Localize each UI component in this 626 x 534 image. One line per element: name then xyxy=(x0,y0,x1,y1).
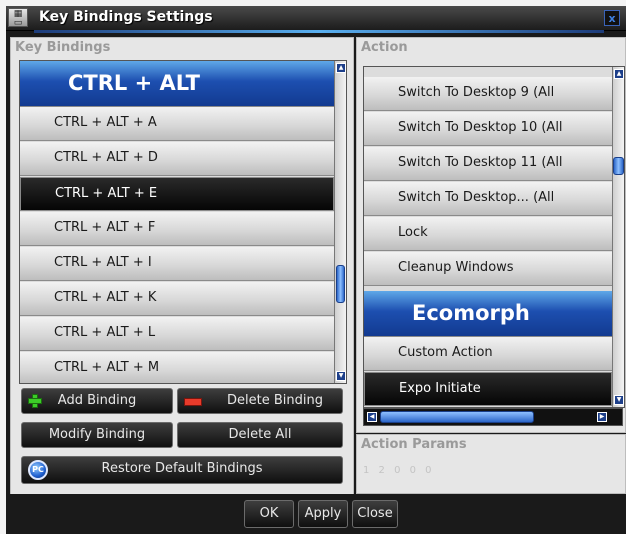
action-scroll-thumb[interactable] xyxy=(613,157,624,175)
delete-binding-button[interactable]: Delete Binding xyxy=(177,388,343,414)
dialog-footer: OK Apply Close xyxy=(6,494,626,534)
scroll-right-arrow[interactable]: ▶ xyxy=(597,412,607,422)
action-group-header-ecomorph[interactable]: Ecomorph xyxy=(364,291,612,337)
scroll-down-arrow[interactable]: ▼ xyxy=(336,371,346,381)
key-binding-item[interactable]: CTRL + ALT + K xyxy=(20,282,334,316)
key-bindings-scrollbar[interactable]: ▲ ▼ xyxy=(334,61,346,383)
key-bindings-list[interactable]: CTRL + ALT CTRL + ALT + A CTRL + ALT + DC… xyxy=(19,60,347,384)
key-bindings-panel-title: Key Bindings xyxy=(15,40,111,55)
scroll-left-arrow[interactable]: ◀ xyxy=(367,412,377,422)
apply-button[interactable]: Apply xyxy=(298,500,348,528)
action-horizontal-scrollbar[interactable]: ◀ ▶ xyxy=(363,408,623,426)
key-binding-item[interactable]: CTRL + ALT + E xyxy=(20,177,334,211)
minus-icon xyxy=(184,398,202,406)
action-horizontal-scroll-thumb[interactable] xyxy=(380,411,534,423)
action-scroll-down-arrow[interactable]: ▼ xyxy=(614,395,624,405)
delete-all-button[interactable]: Delete All xyxy=(177,422,343,448)
action-item[interactable]: Custom Action xyxy=(364,337,612,371)
close-window-button[interactable]: x xyxy=(604,10,620,26)
action-item[interactable]: Switch To Desktop 9 (All Screens) xyxy=(364,77,612,132)
action-item[interactable]: Lock xyxy=(364,217,612,251)
delete-binding-label: Delete Binding xyxy=(227,393,323,408)
action-panel: Action Switch To Desktop 9 (All Screens)… xyxy=(356,37,626,433)
key-binding-item[interactable]: CTRL + ALT + D xyxy=(20,142,334,176)
key-binding-item[interactable]: CTRL + ALT + A xyxy=(20,107,334,141)
action-params-value[interactable]: 1 2 0 0 0 xyxy=(363,465,435,476)
key-bindings-window: ▦ ▭ Key Bindings Settings x Key Bindings … xyxy=(6,6,626,534)
restore-default-bindings-label: Restore Default Bindings xyxy=(101,461,263,476)
add-binding-label: Add Binding xyxy=(57,393,137,408)
restore-default-bindings-button[interactable]: PC Restore Default Bindings xyxy=(21,456,343,484)
key-binding-item[interactable]: CTRL + ALT + M xyxy=(20,352,334,383)
key-bindings-scroll-thumb[interactable] xyxy=(336,265,345,303)
key-binding-item[interactable]: CTRL + ALT + F xyxy=(20,212,334,246)
keyboard-icon: ▦ ▭ xyxy=(8,8,28,28)
window-title: Key Bindings Settings xyxy=(39,9,213,25)
ok-button[interactable]: OK xyxy=(244,500,294,528)
action-item[interactable]: Switch To Desktop 10 (All Screens) xyxy=(364,112,612,167)
action-panel-title: Action xyxy=(361,40,408,55)
action-params-panel: Action Params 1 2 0 0 0 xyxy=(356,434,626,494)
plus-icon xyxy=(28,394,42,408)
action-scroll-up-arrow[interactable]: ▲ xyxy=(614,69,624,79)
scroll-up-arrow[interactable]: ▲ xyxy=(336,63,346,73)
action-params-panel-title: Action Params xyxy=(361,437,467,452)
action-list[interactable]: Switch To Desktop 9 (All Screens)Switch … xyxy=(363,66,625,408)
action-scrollbar[interactable]: ▲ ▼ xyxy=(612,67,624,407)
pc-icon: PC xyxy=(28,460,48,480)
title-underline xyxy=(34,30,604,33)
modify-binding-button[interactable]: Modify Binding xyxy=(21,422,173,448)
action-item[interactable]: Cleanup Windows xyxy=(364,252,612,286)
key-binding-item[interactable]: CTRL + ALT + I xyxy=(20,247,334,281)
action-item[interactable]: Expo Initiate xyxy=(364,372,612,406)
close-button[interactable]: Close xyxy=(352,500,398,528)
key-binding-item[interactable]: CTRL + ALT + L xyxy=(20,317,334,351)
key-bindings-panel: Key Bindings CTRL + ALT CTRL + ALT + A CT… xyxy=(10,37,354,495)
action-item[interactable]: Switch To Desktop 11 (All Screens) xyxy=(364,147,612,202)
action-item[interactable]: Switch To Desktop... (All Screens) xyxy=(364,182,612,237)
add-binding-button[interactable]: Add Binding xyxy=(21,388,173,414)
title-bar[interactable]: ▦ ▭ Key Bindings Settings x xyxy=(6,6,626,31)
group-header-ctrl-alt[interactable]: CTRL + ALT xyxy=(20,61,334,107)
